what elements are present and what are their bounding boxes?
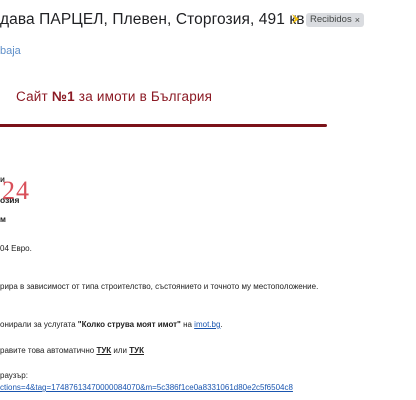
subscription-note: онирали за услугата "Колко струва моят и… xyxy=(0,320,223,329)
subscription-mid: на xyxy=(180,320,195,329)
valuation-note: рира в зависимост от типа строителство, … xyxy=(0,282,319,291)
importance-marker-icon[interactable] xyxy=(290,13,302,25)
subscription-prefix: онирали за услугата xyxy=(0,320,78,329)
banner-divider xyxy=(0,124,327,127)
label-chip-text: Recibidos xyxy=(310,14,352,25)
label-chip-inbox[interactable]: Recibidos × xyxy=(306,13,364,27)
site-banner-tagline: Сайт №1 за имоти в България xyxy=(16,89,212,104)
unsubscribe-link[interactable]: baja xyxy=(0,45,21,57)
remove-label-icon[interactable]: × xyxy=(355,13,360,27)
property-area-text: м xyxy=(0,215,6,224)
banner-prefix: Сайт xyxy=(16,89,52,104)
unsubscribe-mid: или xyxy=(111,346,130,355)
banner-emphasis: №1 xyxy=(51,89,75,104)
unsubscribe-prefix: равите това автоматично xyxy=(0,346,97,355)
unsubscribe-here-link-2[interactable]: ТУК xyxy=(129,346,144,355)
unsubscribe-here-link-1[interactable]: ТУК xyxy=(96,346,111,355)
subscription-end: . xyxy=(220,320,223,329)
banner-suffix: за имоти в България xyxy=(74,89,213,104)
logo-subtext-fragment: озия xyxy=(0,195,20,205)
imot-bg-link[interactable]: imot.bg xyxy=(194,320,220,329)
email-subject: дава ПАРЦЕЛ, Плевен, Сторгозия, 491 кв.м xyxy=(0,11,320,28)
price-text: 04 Евро. xyxy=(0,244,32,253)
service-name: "Колко струва моят имот" xyxy=(77,320,181,329)
browser-url-link[interactable]: ctions=4&tag=17487613470000084070&m=5c38… xyxy=(0,383,293,392)
unsubscribe-note: равите това автоматично ТУК или ТУК xyxy=(0,346,144,355)
browser-note: раузър: xyxy=(0,371,28,380)
